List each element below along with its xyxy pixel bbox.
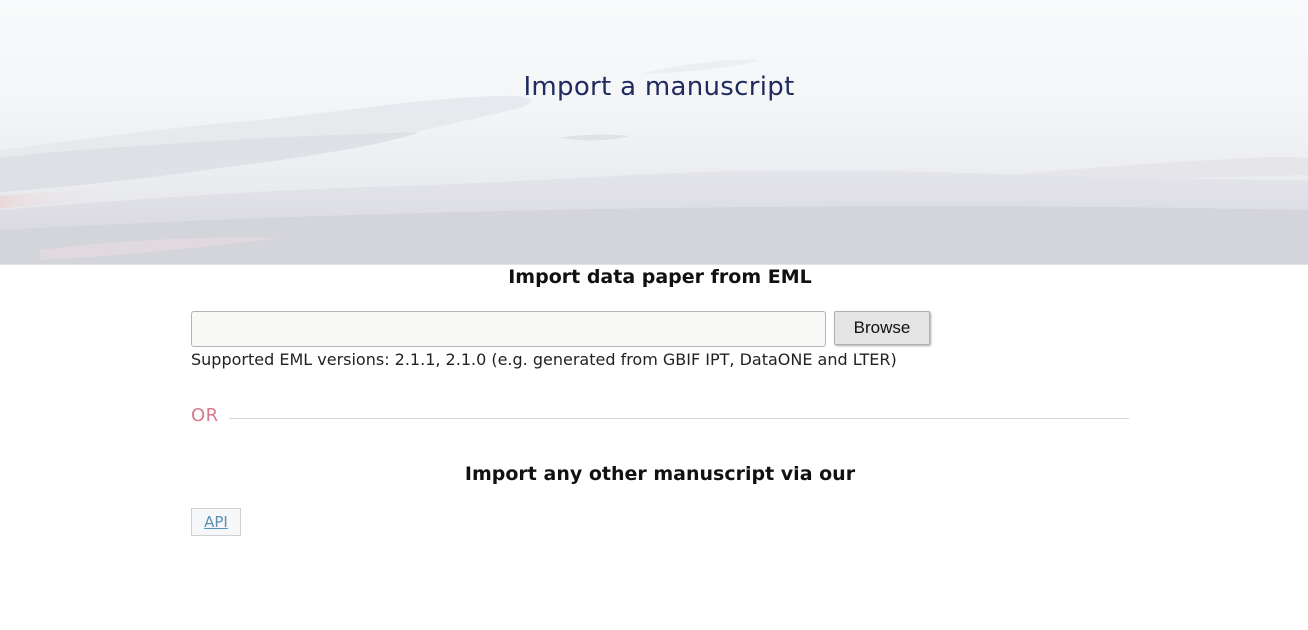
browse-button[interactable]: Browse: [834, 311, 930, 345]
other-manuscript-title: Import any other manuscript via our: [464, 463, 856, 485]
eml-file-input[interactable]: [191, 311, 826, 347]
api-link-button[interactable]: API: [191, 508, 241, 536]
sky-clouds-image: [0, 59, 1308, 264]
eml-section-title: Import data paper from EML: [508, 266, 812, 288]
page-title: Import a manuscript: [523, 72, 795, 102]
or-divider-label: OR: [191, 405, 219, 426]
supported-versions-text: Supported EML versions: 2.1.1, 2.1.0 (e.…: [191, 350, 897, 369]
or-divider-line: [229, 418, 1129, 419]
hero-divider: [0, 264, 1308, 265]
hero-banner: Import a manuscript: [0, 0, 1308, 264]
